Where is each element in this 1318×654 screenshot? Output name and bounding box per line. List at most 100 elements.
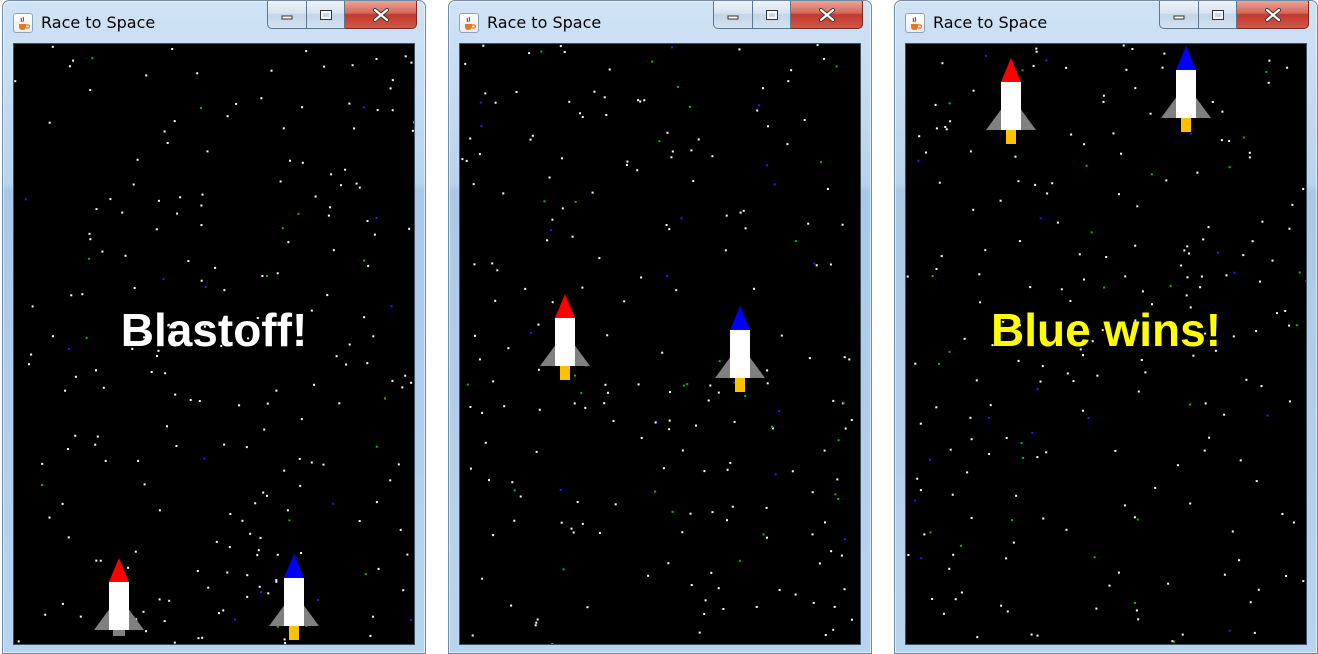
title-bar[interactable]: Race to Space <box>895 1 1317 43</box>
star <box>848 358 851 361</box>
close-button[interactable] <box>1237 1 1309 29</box>
star <box>411 129 414 132</box>
star <box>226 115 229 118</box>
star <box>332 249 335 252</box>
star <box>1078 253 1081 256</box>
star <box>1056 221 1059 224</box>
star <box>571 235 574 238</box>
star <box>830 550 833 553</box>
star <box>198 400 201 402</box>
star <box>207 586 210 589</box>
star <box>1220 139 1223 142</box>
rocket-nose <box>109 558 129 582</box>
star <box>1292 521 1295 524</box>
star <box>494 299 497 302</box>
star <box>819 161 822 164</box>
caption-buttons <box>713 1 863 31</box>
java-coffee-cup-icon[interactable] <box>13 13 33 33</box>
rocket-exhaust <box>113 630 125 636</box>
star <box>256 554 259 557</box>
star <box>1190 132 1193 135</box>
game-canvas[interactable] <box>459 43 861 645</box>
star <box>399 528 402 531</box>
java-coffee-cup-icon[interactable] <box>459 13 479 33</box>
star <box>201 193 204 196</box>
star <box>813 262 816 265</box>
java-coffee-cup-icon[interactable] <box>905 13 925 33</box>
star <box>765 164 768 167</box>
star <box>481 577 484 580</box>
star <box>1223 413 1226 416</box>
maximize-button[interactable] <box>307 1 345 29</box>
star <box>404 374 407 377</box>
star <box>816 44 819 47</box>
star <box>1291 203 1294 206</box>
star <box>972 208 975 211</box>
star <box>101 250 104 253</box>
star <box>581 522 584 525</box>
star <box>811 533 814 536</box>
star <box>1173 640 1176 643</box>
star <box>1087 417 1090 420</box>
star <box>604 383 607 386</box>
close-button[interactable] <box>791 1 863 29</box>
star <box>1066 372 1069 375</box>
star <box>1014 155 1017 158</box>
star <box>934 103 937 106</box>
star <box>698 631 701 634</box>
star <box>850 419 853 421</box>
star <box>345 363 348 366</box>
star <box>74 434 77 437</box>
maximize-button[interactable] <box>1199 1 1237 29</box>
close-icon <box>1264 7 1281 22</box>
star <box>1135 609 1138 612</box>
minimize-icon <box>281 15 293 19</box>
star <box>771 425 773 428</box>
star <box>1233 271 1236 274</box>
star <box>948 567 951 570</box>
title-bar[interactable]: Race to Space <box>449 1 871 43</box>
star <box>145 630 147 633</box>
minimize-button[interactable] <box>1159 1 1199 29</box>
star <box>472 183 475 186</box>
star <box>966 471 969 474</box>
window-1: Race to Space Blastoff! <box>2 0 426 654</box>
star <box>344 168 347 171</box>
minimize-button[interactable] <box>713 1 753 29</box>
status-message: Blastoff! <box>120 304 308 356</box>
star <box>1012 541 1015 544</box>
star <box>492 380 495 383</box>
star <box>724 249 727 252</box>
star <box>410 61 413 64</box>
star <box>275 389 278 392</box>
star <box>340 184 342 187</box>
star <box>766 382 769 385</box>
star <box>812 601 815 604</box>
game-canvas[interactable]: Blue wins! <box>905 43 1307 645</box>
star <box>1225 274 1228 277</box>
star <box>829 263 832 266</box>
star <box>643 99 646 102</box>
star <box>245 446 248 449</box>
star <box>329 206 332 209</box>
title-bar[interactable]: Race to Space <box>3 1 425 43</box>
star <box>1114 449 1117 452</box>
star <box>682 384 685 387</box>
close-button[interactable] <box>345 1 417 29</box>
star <box>666 275 668 277</box>
minimize-button[interactable] <box>267 1 307 29</box>
star <box>780 334 783 337</box>
rocket-nose <box>555 294 575 318</box>
star <box>171 48 174 50</box>
star <box>1249 601 1252 604</box>
star <box>651 60 653 63</box>
star <box>758 104 761 107</box>
star <box>1136 518 1139 521</box>
game-canvas[interactable]: Blastoff! <box>13 43 415 645</box>
star <box>928 458 931 461</box>
star <box>1302 580 1305 583</box>
star <box>464 62 467 65</box>
star <box>669 391 671 394</box>
maximize-button[interactable] <box>753 1 791 29</box>
star <box>531 134 534 137</box>
